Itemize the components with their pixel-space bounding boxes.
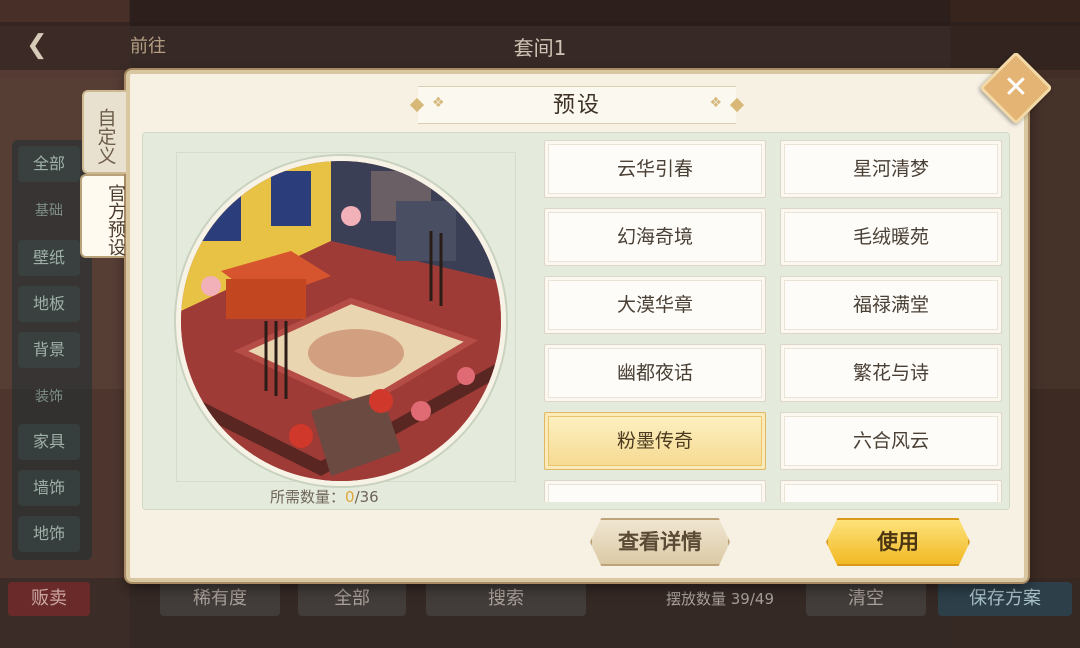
preset-option[interactable]: 繁花与诗 — [780, 344, 1002, 402]
save-plan-button[interactable]: 保存方案 — [938, 582, 1072, 616]
tab-custom-label: 自定义 — [94, 107, 117, 165]
close-icon[interactable]: ✕ — [990, 62, 1042, 114]
preset-option[interactable]: 幽都夜话 — [544, 344, 766, 402]
all-filter[interactable]: 全部 — [298, 582, 406, 616]
sidebar-item-wall-decor[interactable]: 墙饰 — [18, 470, 80, 506]
preset-option[interactable]: 云华引春 — [544, 140, 766, 198]
back-arrow-icon[interactable]: ❮ — [26, 30, 48, 60]
sidebar-item-background[interactable]: 背景 — [18, 332, 80, 368]
preset-option[interactable]: 星河清梦 — [780, 140, 1002, 198]
preset-option[interactable]: 六合风云 — [780, 412, 1002, 470]
required-count-current: 0 — [345, 488, 355, 506]
sidebar-item-furniture[interactable]: 家具 — [18, 424, 80, 460]
preset-option[interactable]: 福禄满堂 — [780, 276, 1002, 334]
required-count-label: 所需数量： — [270, 488, 346, 506]
preset-option[interactable] — [780, 480, 1002, 502]
preset-option[interactable] — [544, 480, 766, 502]
preset-option-list[interactable]: 云华引春 星河清梦 幻海奇境 毛绒暖苑 大漠华章 福禄满堂 幽都夜话 繁花与诗 … — [544, 140, 1004, 502]
tab-official-preset[interactable]: 官方预设 — [80, 174, 126, 258]
search-input[interactable]: 搜索 — [426, 582, 586, 616]
preset-option[interactable]: 大漠华章 — [544, 276, 766, 334]
sidebar-item-all[interactable]: 全部 — [18, 146, 80, 182]
title-right-ornament-icon: ❖ — [709, 95, 722, 111]
required-count: 所需数量：0/36 — [270, 486, 450, 507]
sidebar-item-wallpaper[interactable]: 壁纸 — [18, 240, 80, 276]
dialog-title-bar: ❖ 预设 ❖ — [418, 86, 736, 124]
placed-count: 摆放数量 39/49 — [666, 590, 774, 608]
room-title: 套间1 — [513, 36, 567, 60]
sidebar-section-decor: 装饰 — [35, 389, 63, 405]
sidebar-item-floor-decor[interactable]: 地饰 — [18, 516, 80, 552]
preset-option[interactable]: 幻海奇境 — [544, 208, 766, 266]
required-count-total: /36 — [354, 488, 379, 506]
sidebar-item-floor[interactable]: 地板 — [18, 286, 80, 322]
room-preview-illustration — [181, 161, 501, 481]
tab-official-label: 官方预设 — [105, 184, 126, 256]
view-details-button[interactable]: 查看详情 — [590, 518, 730, 566]
sidebar-section-basic: 基础 — [35, 203, 63, 219]
rarity-filter[interactable]: 稀有度 — [160, 582, 280, 616]
nav-label[interactable]: 前往 — [130, 32, 166, 58]
preset-option[interactable]: 毛绒暖苑 — [780, 208, 1002, 266]
tab-custom[interactable]: 自定义 — [82, 90, 126, 174]
room-preview-image — [176, 156, 506, 486]
preset-option-selected[interactable]: 粉墨传奇 — [544, 412, 766, 470]
clear-button[interactable]: 清空 — [806, 582, 926, 616]
use-button[interactable]: 使用 — [826, 518, 970, 566]
sell-button[interactable]: 贩卖 — [8, 582, 90, 616]
dialog-title: 预设 — [552, 93, 601, 118]
